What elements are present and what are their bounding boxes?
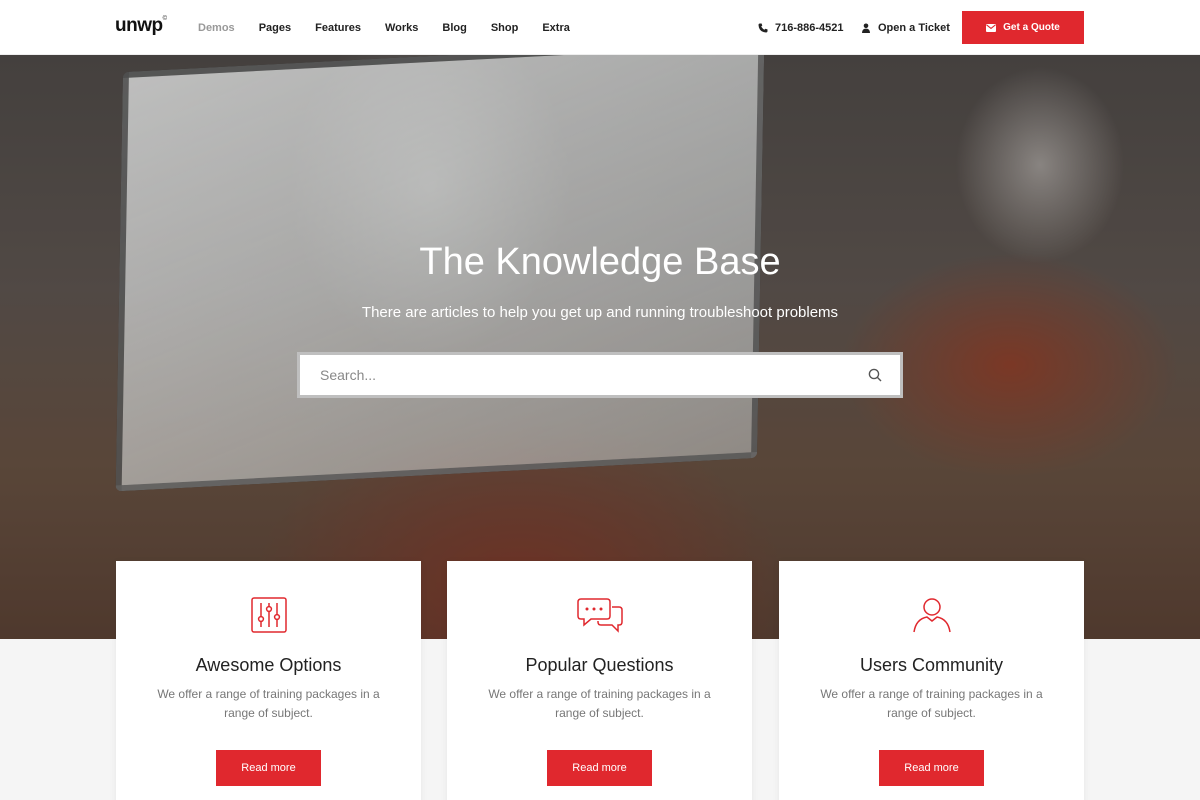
card-text: We offer a range of training packages in… bbox=[157, 687, 380, 720]
chat-bubbles-icon bbox=[447, 597, 752, 635]
card-title: Popular Questions bbox=[525, 655, 674, 675]
read-more-button[interactable]: Read more bbox=[879, 750, 984, 786]
card-popular-questions: Popular Questions We offer a range of tr… bbox=[447, 561, 752, 800]
nav-features[interactable]: Features bbox=[315, 22, 361, 34]
hero-section: The Knowledge Base There are articles to… bbox=[0, 55, 1200, 639]
hero-title: The Knowledge Base bbox=[419, 241, 781, 283]
phone-icon bbox=[758, 23, 768, 33]
logo-text: unwp bbox=[115, 15, 163, 36]
envelope-icon bbox=[986, 23, 997, 32]
open-ticket-label: Open a Ticket bbox=[878, 21, 950, 34]
card-text: We offer a range of training packages in… bbox=[488, 687, 711, 720]
phone-link[interactable]: 716-886-4521 bbox=[758, 0, 844, 55]
card-title: Awesome Options bbox=[195, 655, 342, 675]
nav-blog[interactable]: Blog bbox=[442, 22, 466, 34]
search-icon[interactable] bbox=[868, 368, 882, 382]
site-header: unwp© Demos Pages Features Works Blog Sh… bbox=[0, 0, 1200, 55]
user-icon bbox=[861, 23, 871, 33]
logo[interactable]: unwp© bbox=[115, 15, 167, 37]
card-title: Users Community bbox=[859, 655, 1004, 675]
phone-number: 716-886-4521 bbox=[775, 21, 844, 34]
read-more-button[interactable]: Read more bbox=[547, 750, 652, 786]
nav-works[interactable]: Works bbox=[385, 22, 418, 34]
get-quote-button[interactable]: Get a Quote bbox=[962, 11, 1084, 44]
logo-mark: © bbox=[162, 16, 167, 22]
read-more-button[interactable]: Read more bbox=[216, 750, 321, 786]
card-text: We offer a range of training packages in… bbox=[820, 687, 1043, 720]
card-users-community: Users Community We offer a range of trai… bbox=[779, 561, 1084, 800]
nav-shop[interactable]: Shop bbox=[491, 22, 519, 34]
nav-demos[interactable]: Demos bbox=[198, 22, 235, 34]
search-box bbox=[297, 352, 903, 398]
open-ticket-link[interactable]: Open a Ticket bbox=[861, 0, 950, 55]
get-quote-label: Get a Quote bbox=[1003, 22, 1060, 33]
user-icon bbox=[779, 597, 1084, 635]
sliders-icon bbox=[116, 597, 421, 635]
nav-extra[interactable]: Extra bbox=[542, 22, 570, 34]
nav-pages[interactable]: Pages bbox=[259, 22, 291, 34]
hero-subtitle: There are articles to help you get up an… bbox=[361, 304, 839, 321]
card-awesome-options: Awesome Options We offer a range of trai… bbox=[116, 561, 421, 800]
main-nav: Demos Pages Features Works Blog Shop Ext… bbox=[198, 0, 594, 55]
search-input[interactable] bbox=[300, 367, 868, 383]
